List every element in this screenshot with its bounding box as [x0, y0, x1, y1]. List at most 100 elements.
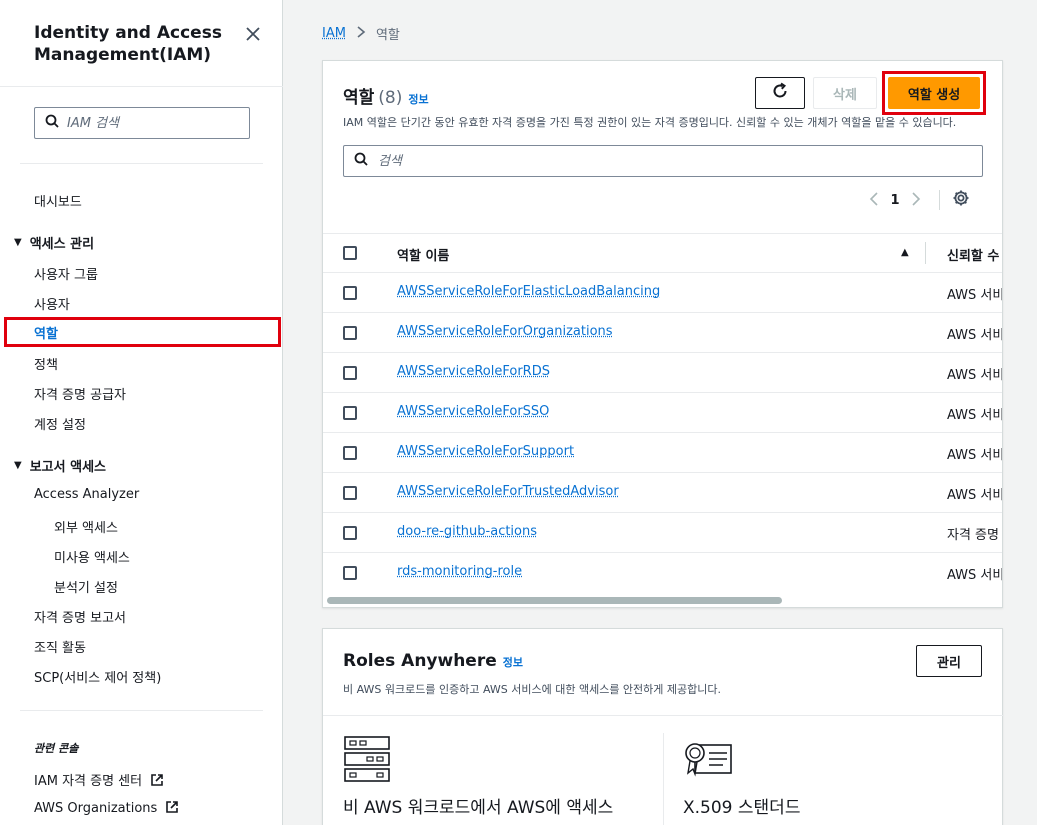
sidebar-item-user-groups[interactable]: 사용자 그룹: [34, 264, 98, 283]
search-icon: [45, 114, 59, 132]
sidebar-item-dashboard[interactable]: 대시보드: [34, 191, 82, 210]
role-name-link[interactable]: AWSServiceRoleForSSO: [397, 404, 549, 419]
chevron-right-icon[interactable]: [905, 191, 927, 210]
sidebar-section-label: 액세스 관리: [30, 233, 94, 252]
manage-button[interactable]: 관리: [916, 645, 982, 677]
role-name-link[interactable]: AWSServiceRoleForRDS: [397, 364, 550, 379]
table-row: doo-re-github-actions 자격 증명: [323, 513, 1003, 553]
role-name-link[interactable]: rds-monitoring-role: [397, 564, 522, 579]
roles-title: 역할 (8) 정보: [343, 83, 429, 108]
roles-anywhere-title: Roles Anywhere 정보: [343, 651, 523, 671]
breadcrumb-iam-link[interactable]: IAM: [322, 26, 346, 41]
gear-icon[interactable]: [952, 189, 970, 211]
sidebar-section-label: 보고서 액세스: [30, 456, 106, 475]
row-checkbox[interactable]: [343, 406, 357, 420]
sidebar-item-identity-providers[interactable]: 자격 증명 공급자: [34, 384, 126, 403]
role-trusted-entity: AWS 서비: [947, 444, 1003, 463]
sidebar-item-unused-access[interactable]: 미사용 액세스: [54, 547, 130, 566]
role-name-link[interactable]: doo-re-github-actions: [397, 524, 537, 539]
sidebar-item-analyzer-settings[interactable]: 분석기 설정: [54, 577, 118, 596]
role-name-link[interactable]: AWSServiceRoleForOrganizations: [397, 324, 613, 339]
sidebar-link-organizations[interactable]: AWS Organizations: [34, 800, 179, 818]
sidebar-search[interactable]: [34, 107, 250, 139]
roles-title-text: 역할: [343, 88, 374, 108]
role-trusted-entity: AWS 서비: [947, 284, 1003, 303]
refresh-icon: [771, 82, 789, 104]
sidebar-item-access-analyzer[interactable]: Access Analyzer: [34, 487, 139, 502]
row-checkbox[interactable]: [343, 486, 357, 500]
feature-title-x509: X.509 스탠더드: [683, 793, 800, 818]
select-all-checkbox[interactable]: [343, 246, 357, 260]
row-checkbox[interactable]: [343, 366, 357, 380]
sidebar-item-policies[interactable]: 정책: [34, 354, 58, 373]
close-icon[interactable]: [243, 24, 263, 44]
column-divider[interactable]: [925, 242, 926, 264]
pager-divider: [939, 190, 940, 210]
delete-button[interactable]: 삭제: [813, 77, 877, 109]
column-divider: [663, 733, 664, 825]
row-checkbox[interactable]: [343, 526, 357, 540]
table-row: AWSServiceRoleForTrustedAdvisor AWS 서비: [323, 473, 1003, 513]
roles-search[interactable]: [343, 145, 983, 177]
role-trusted-entity: AWS 서비: [947, 364, 1003, 383]
chevron-right-icon: [356, 26, 366, 41]
roles-info-link[interactable]: 정보: [408, 93, 428, 106]
sidebar-title: Identity and Access Management(IAM): [34, 22, 224, 66]
related-consoles-label: 관련 콘솔: [34, 740, 78, 756]
role-name-link[interactable]: AWSServiceRoleForSupport: [397, 444, 574, 459]
feature-title-non-aws-workloads: 비 AWS 워크로드에서 AWS에 액세스: [343, 793, 613, 818]
page-number[interactable]: 1: [885, 193, 905, 208]
sidebar-section-reports[interactable]: ▼ 보고서 액세스: [14, 456, 106, 475]
sidebar: Identity and Access Management(IAM) 대시보드…: [0, 0, 283, 825]
sidebar-item-organization-activity[interactable]: 조직 활동: [34, 637, 86, 656]
breadcrumb-current: 역할: [376, 24, 400, 43]
table-row: AWSServiceRoleForSSO AWS 서비: [323, 393, 1003, 433]
column-header-role-name[interactable]: 역할 이름: [397, 245, 449, 264]
external-link-icon: [150, 773, 164, 791]
sidebar-divider: [20, 710, 263, 711]
create-role-highlight-box: [882, 71, 986, 115]
role-trusted-entity: 자격 증명: [947, 524, 999, 543]
table-row: AWSServiceRoleForOrganizations AWS 서비: [323, 313, 1003, 353]
table-header: 역할 이름 ▲ 신뢰할 수: [323, 233, 1003, 273]
sidebar-item-account-settings[interactable]: 계정 설정: [34, 414, 86, 433]
server-stack-icon: [343, 735, 391, 787]
roles-count: (8): [378, 88, 402, 108]
table-row: AWSServiceRoleForElasticLoadBalancing AW…: [323, 273, 1003, 313]
link-label: IAM 자격 증명 센터: [34, 774, 142, 789]
sort-ascending-icon[interactable]: ▲: [901, 247, 909, 258]
sidebar-item-users[interactable]: 사용자: [34, 294, 70, 313]
role-name-link[interactable]: AWSServiceRoleForTrustedAdvisor: [397, 484, 619, 499]
chevron-left-icon[interactable]: [863, 191, 885, 210]
caret-down-icon: ▼: [14, 460, 22, 471]
sidebar-search-input[interactable]: [67, 116, 227, 131]
roles-description: IAM 역할은 단기간 동안 유효한 자격 증명을 가진 특정 권한이 있는 자…: [343, 114, 956, 130]
external-link-icon: [165, 800, 179, 818]
horizontal-scrollbar[interactable]: [327, 597, 782, 604]
roles-search-input[interactable]: [378, 154, 958, 169]
sidebar-item-scp[interactable]: SCP(서비스 제어 정책): [34, 667, 161, 686]
refresh-button[interactable]: [755, 77, 805, 109]
row-checkbox[interactable]: [343, 446, 357, 460]
role-trusted-entity: AWS 서비: [947, 404, 1003, 423]
sidebar-item-credential-report[interactable]: 자격 증명 보고서: [34, 607, 126, 626]
role-trusted-entity: AWS 서비: [947, 484, 1003, 503]
link-label: AWS Organizations: [34, 801, 157, 816]
role-trusted-entity: AWS 서비: [947, 324, 1003, 343]
column-header-trusted-entities[interactable]: 신뢰할 수: [947, 245, 999, 264]
row-checkbox[interactable]: [343, 326, 357, 340]
role-trusted-entity: AWS 서비: [947, 564, 1003, 583]
search-icon: [354, 152, 368, 170]
certificate-icon: [683, 739, 733, 783]
row-checkbox[interactable]: [343, 566, 357, 580]
row-checkbox[interactable]: [343, 286, 357, 300]
sidebar-link-identity-center[interactable]: IAM 자격 증명 센터: [34, 770, 164, 791]
sidebar-section-access-management[interactable]: ▼ 액세스 관리: [14, 233, 94, 252]
sidebar-item-external-access[interactable]: 외부 액세스: [54, 517, 118, 536]
roles-anywhere-info-link[interactable]: 정보: [503, 656, 523, 669]
sidebar-divider: [0, 86, 283, 87]
pagination: 1: [863, 189, 970, 211]
role-name-link[interactable]: AWSServiceRoleForElasticLoadBalancing: [397, 284, 660, 299]
roles-panel: 역할 (8) 정보 IAM 역할은 단기간 동안 유효한 자격 증명을 가진 특정 …: [322, 60, 1003, 608]
breadcrumb: IAM 역할: [322, 24, 400, 43]
